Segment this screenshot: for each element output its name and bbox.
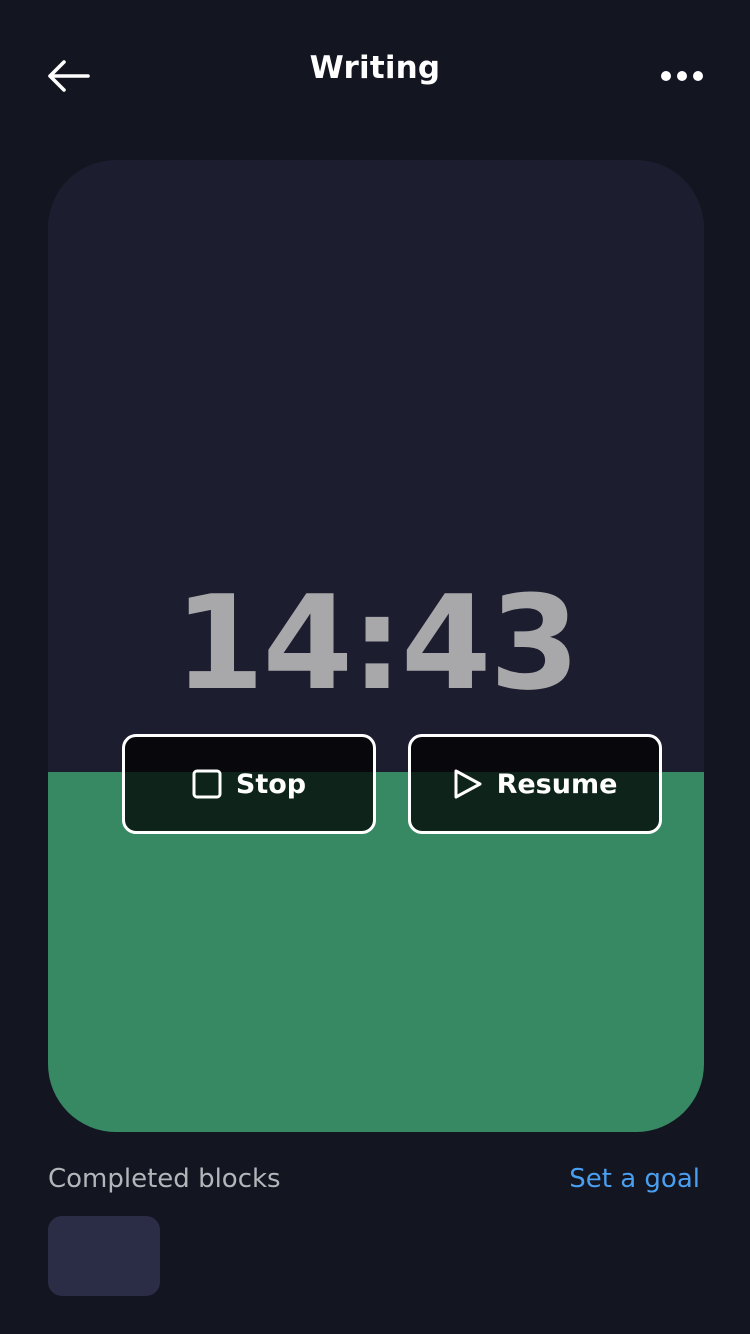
completed-blocks-label: Completed blocks	[48, 1164, 281, 1194]
timer-card: 14:43 Stop Resume	[48, 160, 704, 1132]
timer-display: 14:43	[174, 567, 580, 719]
resume-button[interactable]: Resume	[408, 734, 662, 834]
more-options-button[interactable]	[652, 56, 712, 96]
resume-button-label: Resume	[496, 768, 618, 800]
page-title: Writing	[309, 50, 441, 86]
more-dots-icon	[661, 71, 703, 81]
stop-button-label: Stop	[235, 768, 307, 800]
stop-square-icon	[192, 769, 222, 799]
play-icon	[454, 769, 482, 799]
completed-block-tile	[48, 1216, 160, 1296]
stop-button[interactable]: Stop	[122, 734, 376, 834]
set-goal-link[interactable]: Set a goal	[569, 1164, 700, 1194]
timer-screen: Writing 14:43 Stop Resume Completed bloc…	[0, 0, 750, 1334]
